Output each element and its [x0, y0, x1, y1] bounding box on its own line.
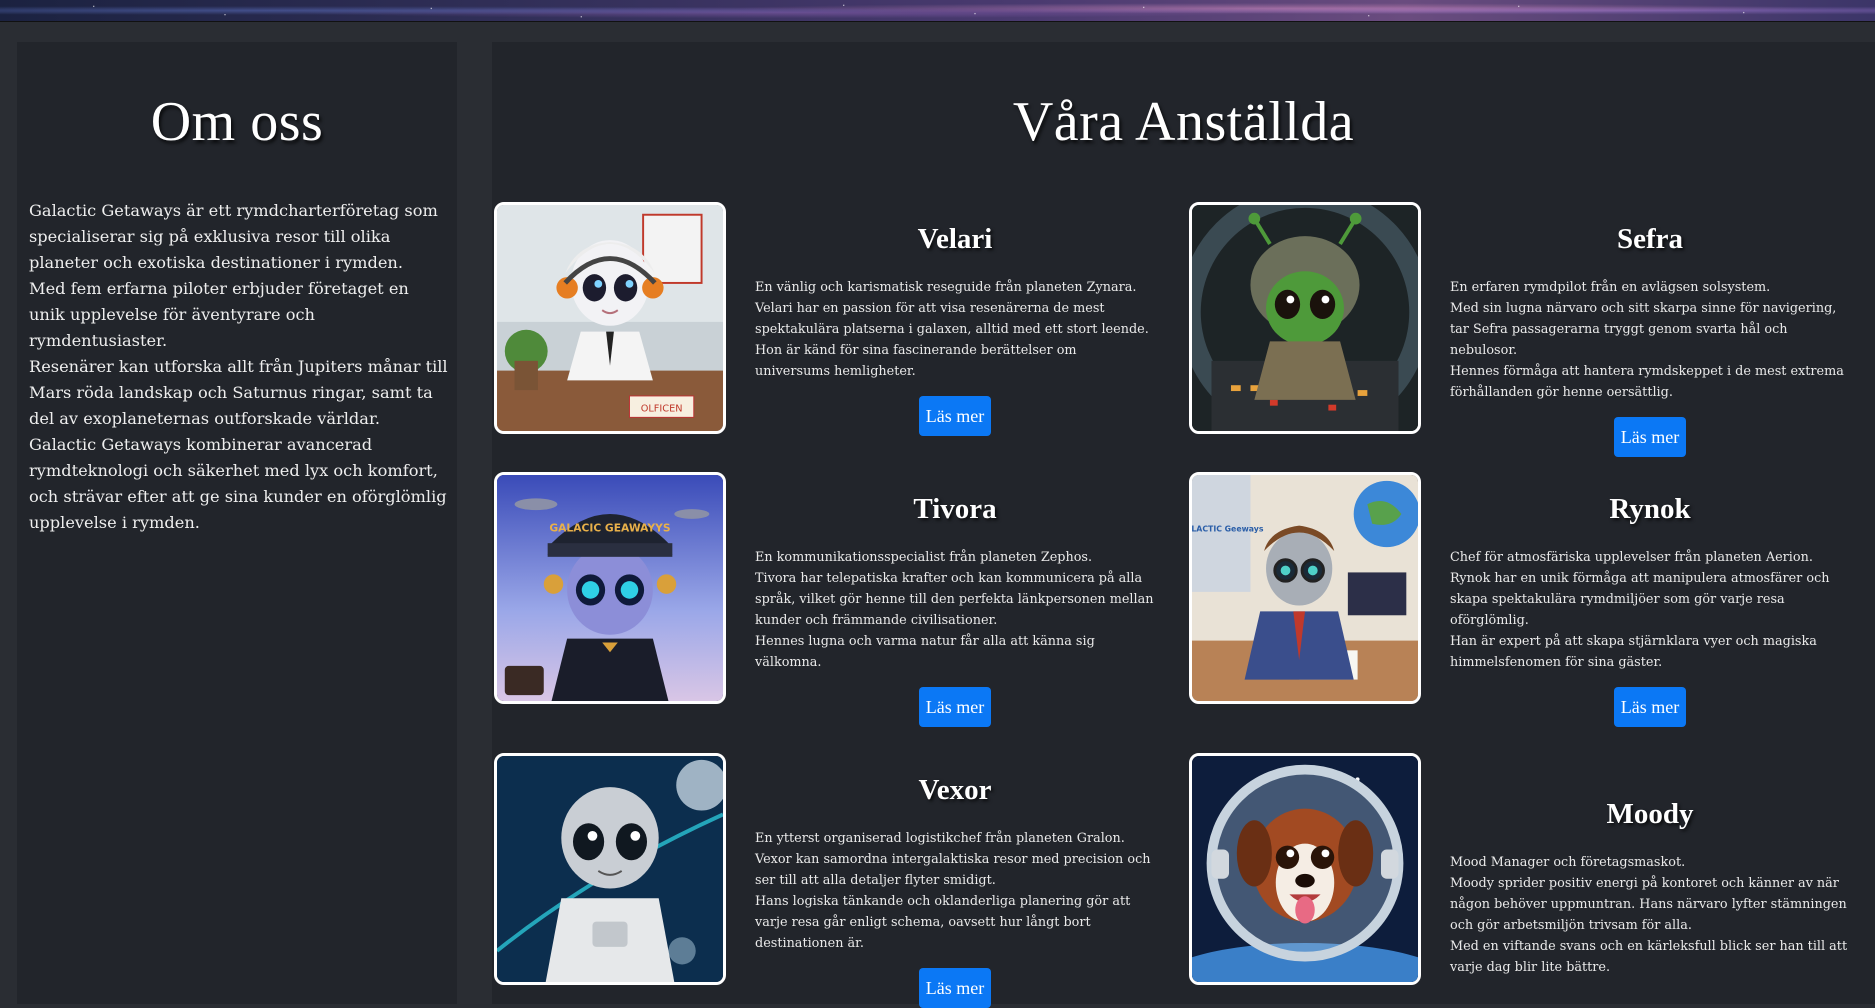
- member-info-sefra: Sefra En erfaren rymdpilot från en avläg…: [1450, 202, 1850, 457]
- read-more-button-rynok[interactable]: Läs mer: [1613, 687, 1687, 727]
- member-info-moody: Moody Mood Manager och företagsmaskot. M…: [1450, 777, 1850, 978]
- member-card-sefra: Sefra En erfaren rymdpilot från en avläg…: [1189, 202, 1875, 457]
- bio-line: Tivora har telepatiska krafter och kan k…: [755, 571, 1154, 628]
- avatar-moody: [1189, 753, 1421, 985]
- read-more-button-sefra[interactable]: Läs mer: [1613, 417, 1687, 457]
- bio-line: Han är expert på att skapa stjärnklara v…: [1450, 634, 1817, 670]
- bio-line: Hon är känd för sina fascinerande berätt…: [755, 343, 1077, 379]
- member-bio: En ytterst organiserad logistikchef från…: [755, 828, 1155, 954]
- about-title: Om oss: [150, 91, 324, 153]
- member-info-vexor: Vexor En ytterst organiserad logistikche…: [755, 753, 1155, 1008]
- avatar-tivora: GALACIC GEAWAYYS: [494, 472, 726, 704]
- member-bio: En kommunikationsspecialist från planete…: [755, 547, 1155, 673]
- member-card-velari: OLFICEN Velari En vänlig och karismatisk…: [494, 202, 1184, 436]
- avatar-velari: OLFICEN: [494, 202, 726, 434]
- bio-line: Hennes lugna och varma natur får alla at…: [755, 634, 1095, 670]
- bio-line: Hennes förmåga att hantera rymdskeppet i…: [1450, 364, 1844, 400]
- avatar-rynok: GALACTIC Geeways: [1189, 472, 1421, 704]
- bio-line: Med en viftande svans och en kärleksfull…: [1450, 939, 1848, 975]
- bio-line: Velari har en passion för att visa resen…: [755, 301, 1149, 337]
- member-name: Rynok: [1609, 493, 1691, 525]
- member-name: Sefra: [1616, 223, 1684, 255]
- team-title: Våra Anställda: [1012, 91, 1355, 153]
- avatar-vexor: [494, 753, 726, 985]
- member-info-rynok: Rynok Chef för atmosfäriska upplevelser …: [1450, 472, 1850, 727]
- about-paragraph: Resenärer kan utforska allt från Jupiter…: [29, 357, 448, 428]
- nameplate-text: OLFICEN: [641, 404, 683, 415]
- poster-text: GALACTIC Geeways: [1192, 525, 1264, 534]
- team-panel: Våra Anställda OLFICEN Velari En vänlig …: [492, 42, 1875, 1008]
- bio-line: En kommunikationsspecialist från planete…: [755, 550, 1093, 565]
- space-header-banner: [0, 0, 1875, 22]
- bio-line: Vexor kan samordna intergalaktiska resor…: [755, 852, 1151, 888]
- member-bio: Mood Manager och företagsmaskot. Moody s…: [1450, 852, 1850, 978]
- avatar-sefra: [1189, 202, 1421, 434]
- about-paragraph: Galactic Getaways kombinerar avancerad r…: [29, 435, 447, 532]
- member-name: Moody: [1606, 798, 1694, 830]
- member-bio: Chef för atmosfäriska upplevelser från p…: [1450, 547, 1850, 673]
- member-info-tivora: Tivora En kommunikationsspecialist från …: [755, 472, 1155, 727]
- bio-line: Med sin lugna närvaro och sitt skarpa si…: [1450, 301, 1837, 358]
- member-card-moody: Moody Mood Manager och företagsmaskot. M…: [1189, 753, 1875, 985]
- about-panel: Om oss Galactic Getaways är ett rymdchar…: [17, 42, 457, 1004]
- about-text: Galactic Getaways är ett rymdcharterföre…: [29, 198, 449, 536]
- member-bio: En vänlig och karismatisk reseguide från…: [755, 277, 1155, 382]
- bio-line: Chef för atmosfäriska upplevelser från p…: [1450, 550, 1813, 565]
- bio-line: Rynok har en unik förmåga att manipulera…: [1450, 571, 1830, 628]
- bio-line: Hans logiska tänkande och oklanderliga p…: [755, 894, 1131, 951]
- about-paragraph: Med fem erfarna piloter erbjuder företag…: [29, 279, 409, 350]
- read-more-button-vexor[interactable]: Läs mer: [918, 968, 992, 1008]
- read-more-button-tivora[interactable]: Läs mer: [918, 687, 992, 727]
- hat-text: GALACIC GEAWAYYS: [549, 522, 670, 535]
- member-card-vexor: Vexor En ytterst organiserad logistikche…: [494, 753, 1184, 1008]
- member-card-rynok: GALACTIC Geeways Rynok Chef för atmosfär…: [1189, 472, 1875, 727]
- bio-line: En vänlig och karismatisk reseguide från…: [755, 280, 1137, 295]
- member-name: Tivora: [913, 493, 997, 525]
- bio-line: En ytterst organiserad logistikchef från…: [755, 831, 1125, 846]
- member-card-tivora: GALACIC GEAWAYYS Tivora En kommunikation…: [494, 472, 1184, 727]
- member-info-velari: Velari En vänlig och karismatisk resegui…: [755, 202, 1155, 436]
- member-name: Velari: [917, 223, 993, 255]
- about-paragraph: Galactic Getaways är ett rymdcharterföre…: [29, 201, 438, 272]
- bio-line: En erfaren rymdpilot från en avlägsen so…: [1450, 280, 1771, 295]
- member-bio: En erfaren rymdpilot från en avlägsen so…: [1450, 277, 1850, 403]
- read-more-button-velari[interactable]: Läs mer: [918, 396, 992, 436]
- bio-line: Mood Manager och företagsmaskot.: [1450, 855, 1686, 870]
- member-name: Vexor: [918, 774, 992, 806]
- bio-line: Moody sprider positiv energi på kontoret…: [1450, 876, 1847, 933]
